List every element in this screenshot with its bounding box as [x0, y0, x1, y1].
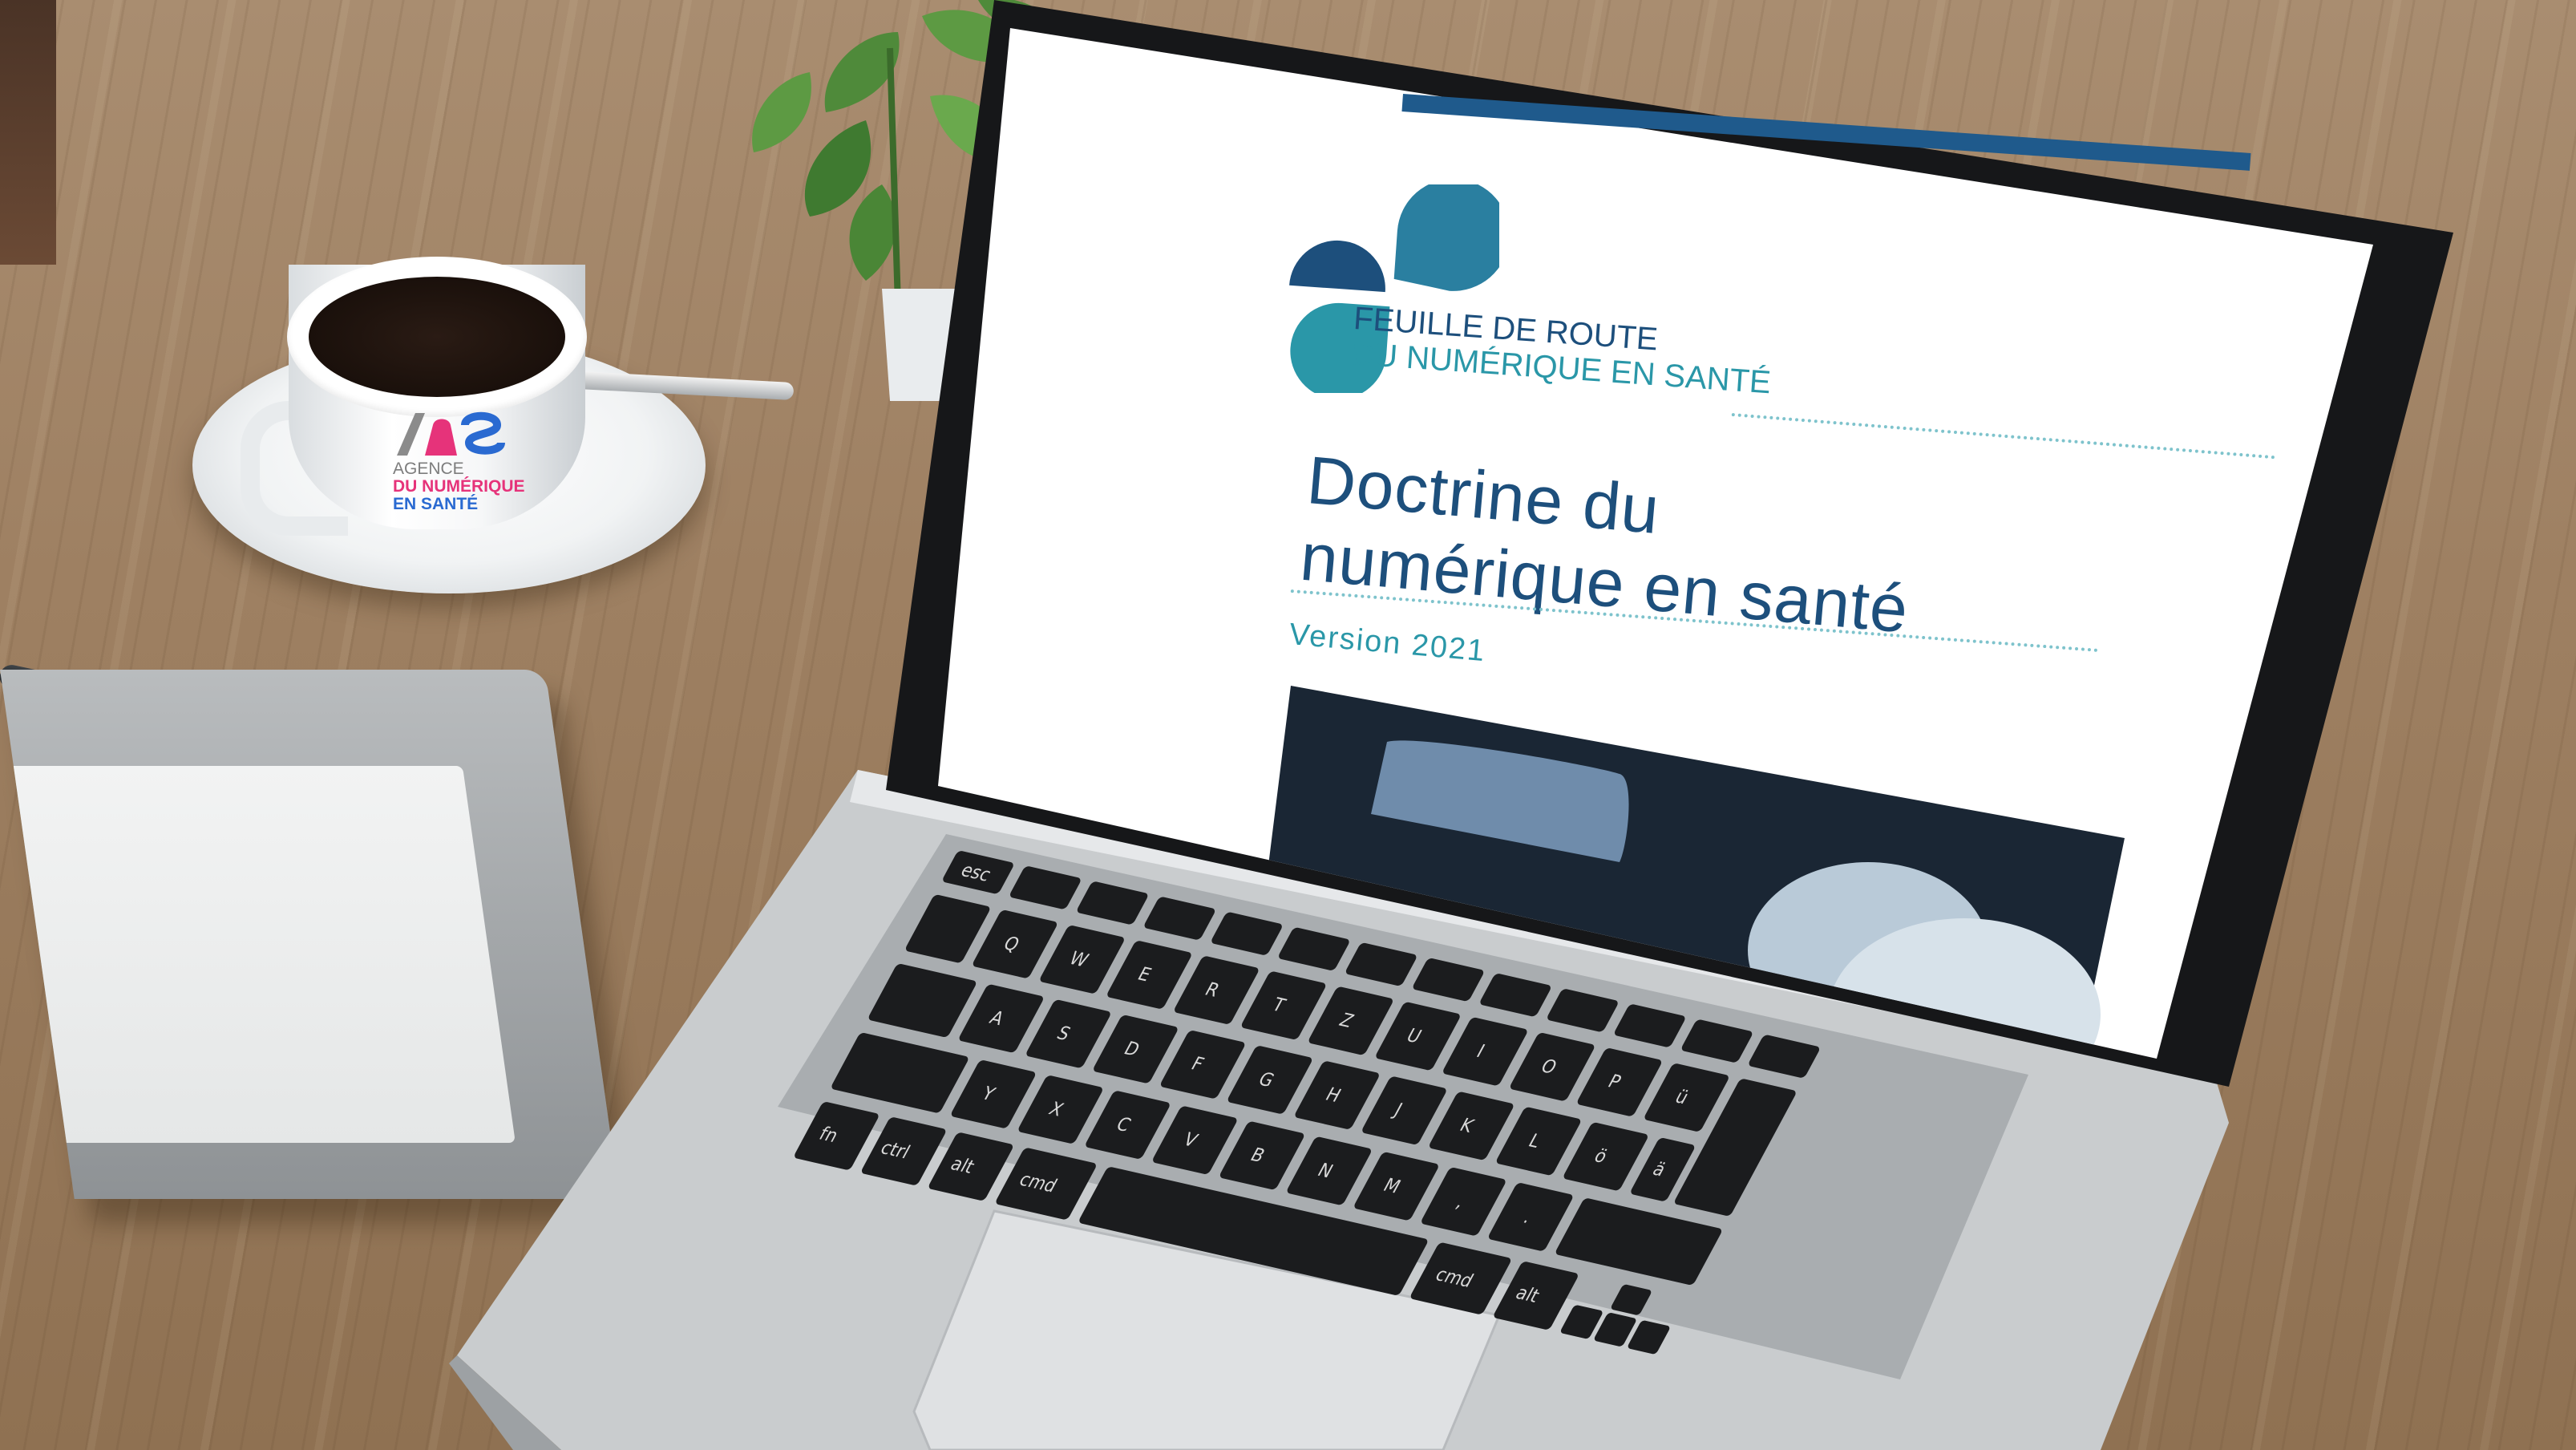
key-arrow-up[interactable] — [1610, 1284, 1652, 1316]
key-shift-right[interactable] — [1554, 1197, 1723, 1286]
laptop-screen: FEUILLE DE ROUTE DU NUMÉRIQUE EN SANTÉ D… — [938, 28, 2381, 1071]
